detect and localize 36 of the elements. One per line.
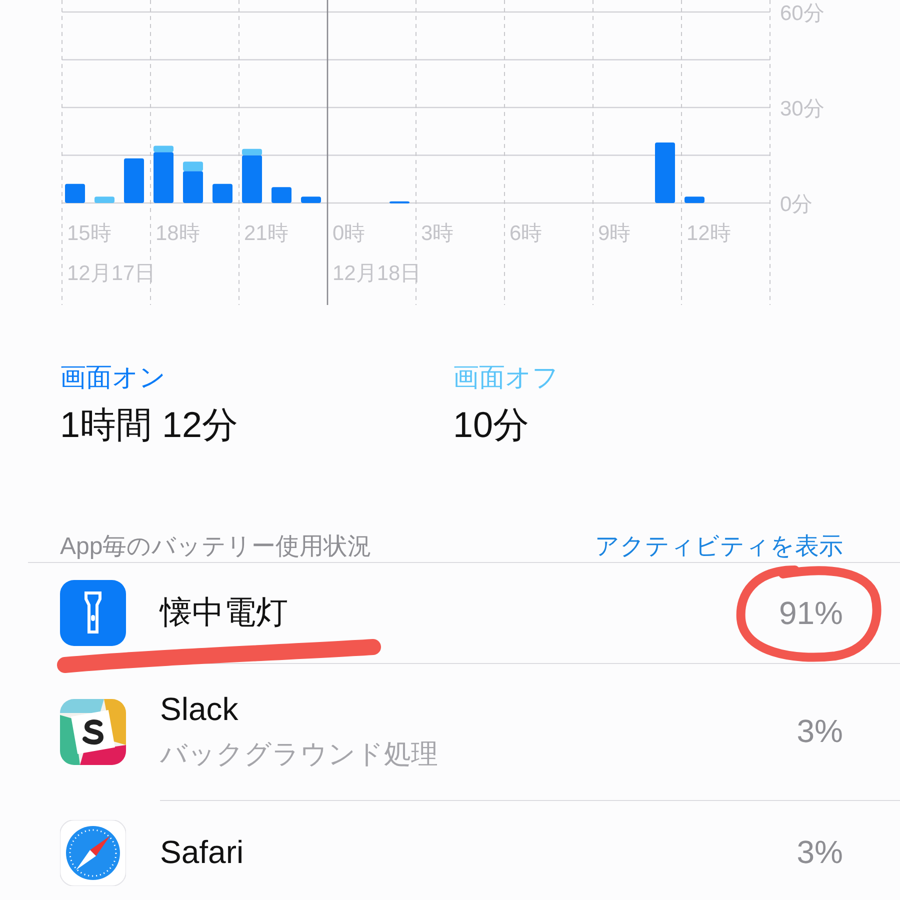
app-subtitle: バックグラウンド処理 [160,738,439,771]
app-name: 懐中電灯 [160,593,289,632]
axis-label: 6時 [510,222,542,245]
axis-label: 0時 [332,222,366,245]
axis-label: 15時 [67,222,112,245]
slack-icon [60,698,126,764]
app-name: Slack [160,691,240,728]
bar [390,201,410,204]
axis-label: 3時 [421,222,454,245]
axis-label: 21時 [244,222,288,245]
section-title: App毎のバッテリー使用状況 [60,532,372,562]
stat-label: 画面オフ [453,361,559,394]
axis-label: 9時 [598,222,631,245]
usage-percent: 91% [778,594,843,632]
stat-label: 画面オン [60,361,166,394]
axis-label: 60分 [780,2,824,25]
bar [124,158,144,203]
flashlight-icon [60,580,126,646]
bar [212,184,232,203]
compass-icon [60,820,126,886]
axis-label: 30分 [780,98,824,120]
bar [684,196,704,203]
usage-percent: 3% [796,713,843,750]
bar [301,196,321,203]
axis-label: 18時 [156,222,200,245]
bar [65,184,85,203]
usage-percent: 3% [796,834,843,871]
bar [94,196,114,203]
axis-label: 12時 [686,222,731,245]
bar [655,142,675,203]
stat-value: 1時間 12分 [60,403,238,447]
stat-value: 10分 [453,403,530,447]
axis-label: 0分 [780,193,813,216]
activity-link[interactable]: アクティビティを表示 [595,530,843,562]
bar [272,187,292,203]
app-name: Safari [160,834,245,871]
